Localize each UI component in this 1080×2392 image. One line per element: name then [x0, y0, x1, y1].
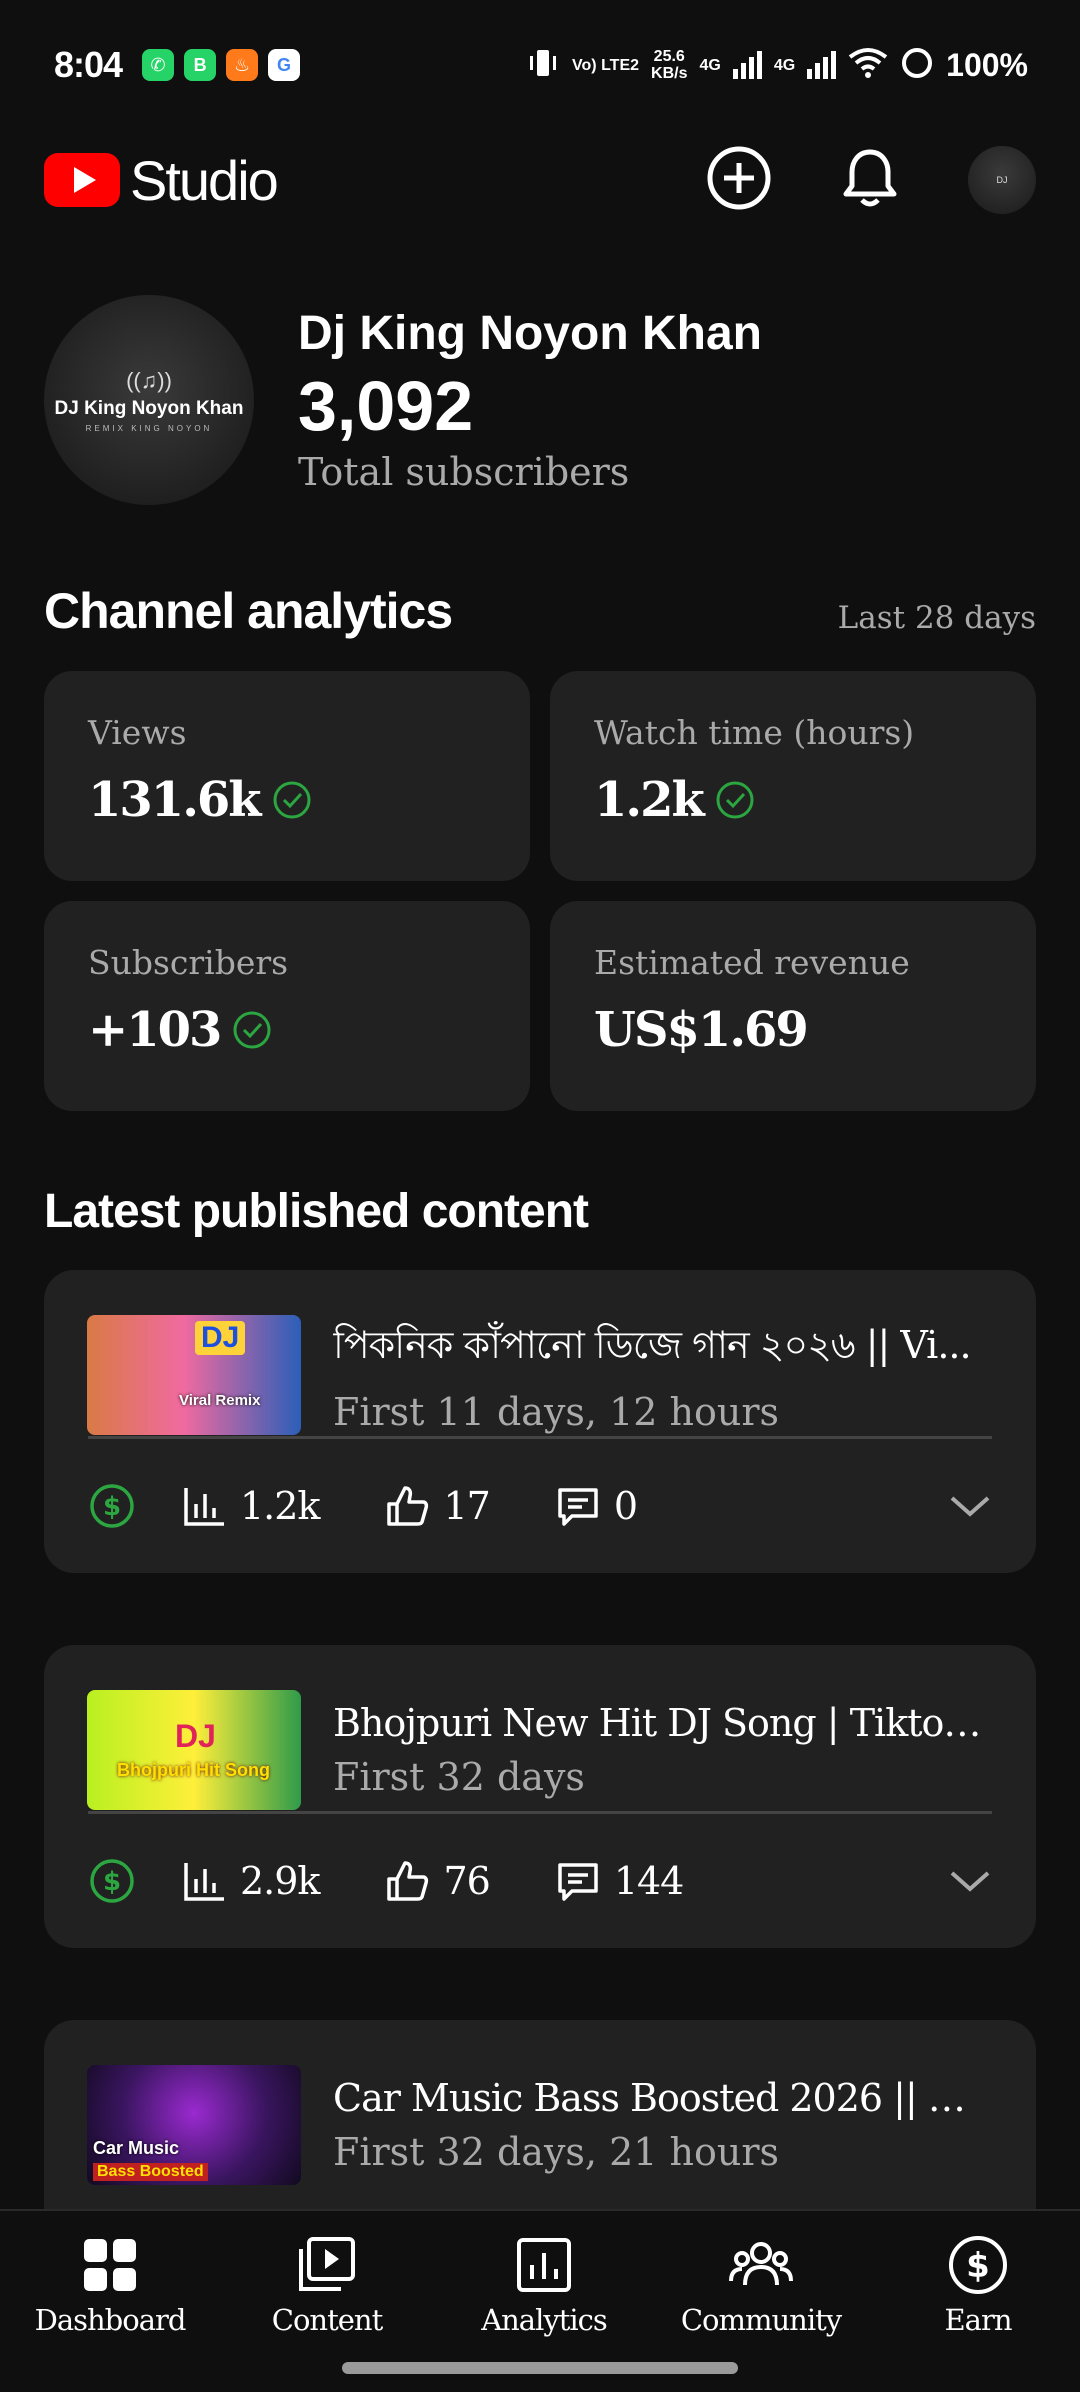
comments-stat: 0	[554, 1482, 638, 1530]
metric-value: 131.6k	[88, 772, 262, 828]
metric-value: +103	[88, 1002, 222, 1058]
vibrate-icon	[526, 46, 560, 85]
likes-stat: 17	[383, 1482, 491, 1530]
video-thumbnail[interactable]: DJ Bhojpuri Hit Song	[87, 1690, 301, 1810]
avatar-tagline: REMIX KING NOYON	[85, 423, 213, 433]
signal-icon	[732, 51, 762, 79]
chevron-down-icon[interactable]	[948, 1492, 992, 1520]
metric-label: Views	[88, 713, 187, 752]
comment-icon	[558, 1863, 598, 1901]
comments-stat: 144	[554, 1857, 684, 1905]
dashboard-icon	[84, 2239, 136, 2291]
music-wave-icon: ((♫))	[126, 367, 172, 393]
video-title: পিকনিক কাঁপানো ডিজে গান ২০২৬ || Vi...	[333, 1323, 972, 1367]
video-period: First 11 days, 12 hours	[333, 1390, 779, 1434]
bar-chart-icon	[184, 1488, 224, 1526]
bar-chart-icon	[184, 1863, 224, 1901]
video-card[interactable]: DJ Viral Remix পিকনিক কাঁপানো ডিজে গান ২…	[44, 1270, 1036, 1573]
analytics-cards: Views 131.6k Watch time (hours) 1.2k Sub…	[44, 671, 1036, 1111]
video-title: Bhojpuri New Hit DJ Song | Tiktok Vir...	[333, 1701, 993, 1745]
metric-label: Subscribers	[88, 943, 289, 982]
create-button[interactable]	[706, 145, 772, 216]
avatar-channel-name: DJ King Noyon Khan	[54, 397, 244, 419]
metric-card-watch-time[interactable]: Watch time (hours) 1.2k	[550, 671, 1036, 881]
account-avatar[interactable]: DJ	[968, 146, 1036, 214]
monetization-dollar-icon: $	[90, 1859, 134, 1903]
network-speed: 25.6 KB/s	[651, 48, 688, 82]
svg-text:$: $	[966, 2246, 990, 2286]
wifi-icon	[848, 47, 888, 84]
volte-indicator: Vo) LTE2	[572, 56, 640, 74]
nav-dashboard[interactable]: Dashboard	[30, 2233, 190, 2392]
check-circle-icon	[233, 1011, 271, 1049]
fire-app-icon: ♨	[226, 49, 259, 81]
add-circle-icon	[707, 146, 771, 209]
youtube-play-icon	[44, 153, 120, 207]
battery-ring-icon	[900, 46, 934, 85]
likes-stat: 76	[383, 1857, 491, 1905]
google-icon: G	[268, 49, 301, 81]
app-header: Studio DJ	[0, 130, 1080, 230]
metric-card-revenue[interactable]: Estimated revenue US$1.69	[550, 901, 1036, 1111]
content-library-icon	[299, 2237, 355, 2291]
svg-text:$: $	[103, 1867, 121, 1897]
metric-value: US$1.69	[594, 1002, 809, 1058]
bell-icon	[843, 149, 897, 206]
subscriber-label: Total subscribers	[298, 450, 630, 494]
clock: 8:04	[54, 44, 123, 85]
whatsapp-business-icon: B	[184, 49, 217, 81]
analytics-icon	[517, 2238, 571, 2292]
metric-card-subscribers[interactable]: Subscribers +103	[44, 901, 530, 1111]
channel-avatar[interactable]: ((♫)) DJ King Noyon Khan REMIX KING NOYO…	[44, 295, 254, 505]
battery-level: 100%	[946, 46, 1028, 83]
svg-text:$: $	[103, 1492, 121, 1522]
metric-card-views[interactable]: Views 131.6k	[44, 671, 530, 881]
video-period: First 32 days, 21 hours	[333, 2130, 779, 2174]
latest-content-title: Latest published content	[44, 1185, 589, 1238]
app-title: Studio	[130, 148, 279, 212]
latest-content-header: Latest published content	[44, 1184, 1036, 1239]
analytics-period[interactable]: Last 28 days	[838, 600, 1036, 636]
check-circle-icon	[716, 781, 754, 819]
chevron-down-icon[interactable]	[948, 1867, 992, 1895]
network-type-1: 4G	[699, 56, 721, 74]
views-stat: 1.2k	[180, 1482, 320, 1530]
channel-summary: ((♫)) DJ King Noyon Khan REMIX KING NOYO…	[44, 295, 762, 505]
gesture-home-bar[interactable]	[342, 2362, 738, 2374]
video-period: First 32 days	[333, 1755, 585, 1799]
monetization-dollar-icon: $	[90, 1484, 134, 1528]
earn-dollar-icon: $	[949, 2236, 1007, 2294]
nav-earn[interactable]: $ Earn	[898, 2233, 1058, 2392]
channel-name: Dj King Noyon Khan	[298, 307, 762, 360]
thumbs-up-icon	[387, 1486, 429, 1526]
network-type-2: 4G	[773, 56, 796, 74]
notifications-button[interactable]	[840, 146, 900, 215]
video-thumbnail[interactable]: DJ Viral Remix	[87, 1315, 301, 1435]
comment-icon	[558, 1488, 598, 1526]
metric-value: 1.2k	[594, 772, 705, 828]
video-thumbnail[interactable]: Car Music Bass Boosted	[87, 2065, 301, 2185]
analytics-header: Channel analytics Last 28 days	[44, 582, 1036, 640]
community-icon	[729, 2242, 793, 2286]
analytics-title: Channel analytics	[44, 583, 453, 639]
metric-label: Watch time (hours)	[594, 713, 915, 752]
video-card[interactable]: DJ Bhojpuri Hit Song Bhojpuri New Hit DJ…	[44, 1645, 1036, 1948]
views-stat: 2.9k	[180, 1857, 320, 1905]
video-title: Car Music Bass Boosted 2026 || Car M...	[333, 2076, 993, 2120]
status-bar: 8:04 ✆ B ♨ G Vo) LTE2 25.6 KB/s 4G 4G 10…	[0, 0, 1080, 130]
subscriber-count: 3,092	[298, 367, 474, 445]
signal-icon	[807, 51, 837, 79]
thumbs-up-icon	[387, 1861, 429, 1901]
youtube-studio-logo[interactable]: Studio	[44, 148, 279, 213]
whatsapp-icon: ✆	[142, 49, 175, 81]
metric-label: Estimated revenue	[594, 943, 910, 982]
check-circle-icon	[273, 781, 311, 819]
